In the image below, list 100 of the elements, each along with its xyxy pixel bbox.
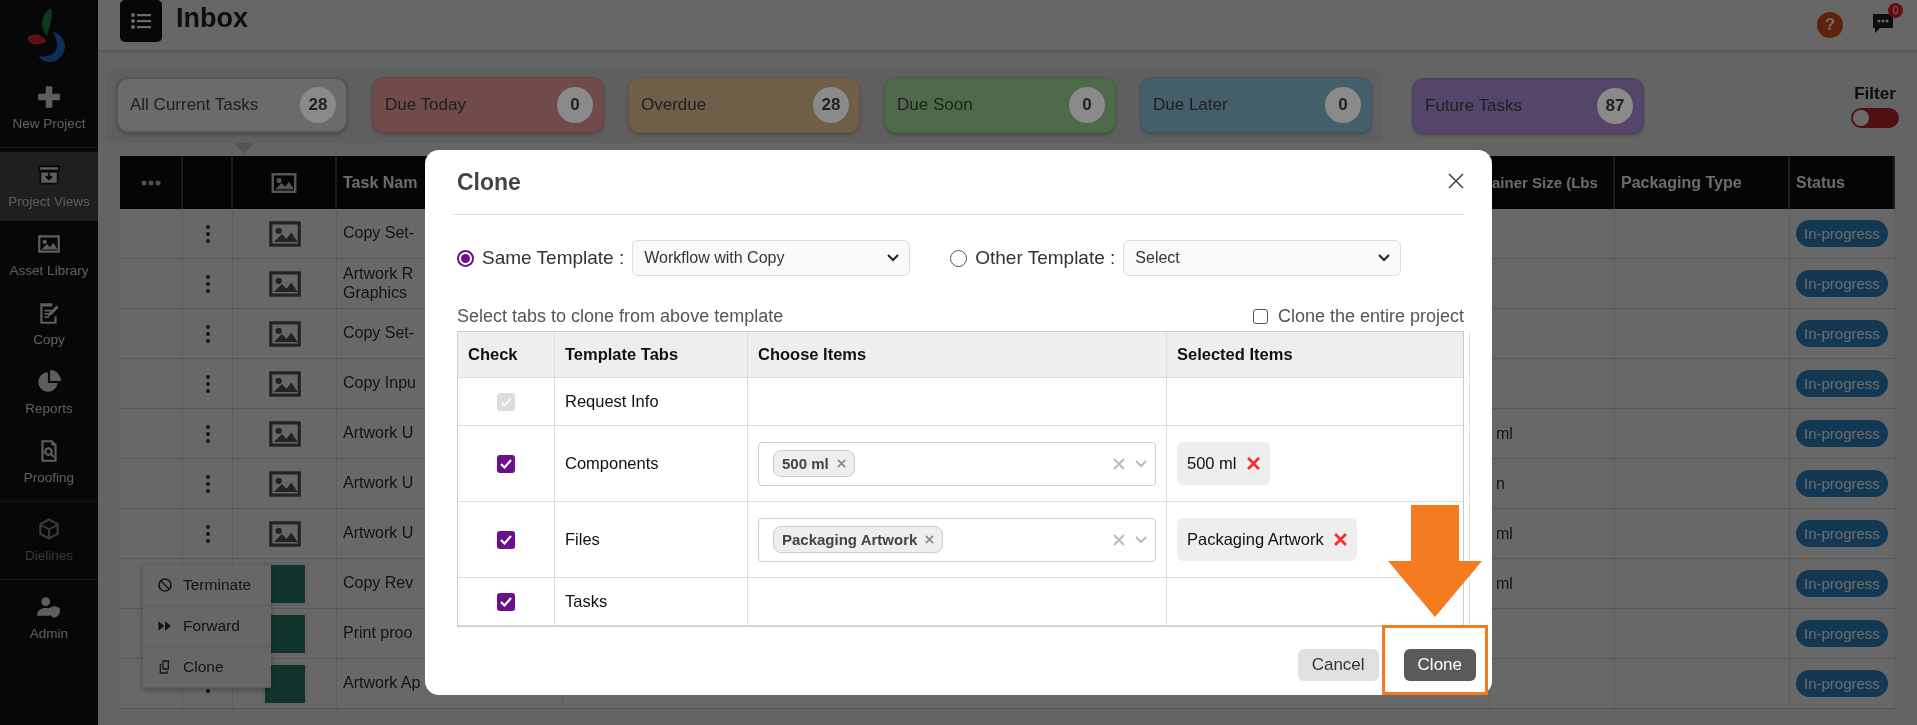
user-shield-icon bbox=[36, 594, 62, 620]
sidebar-item[interactable]: Asset Library bbox=[0, 221, 98, 290]
chat-icon[interactable] bbox=[1871, 12, 1895, 34]
table-cell: Request Info bbox=[565, 392, 659, 411]
clone-button[interactable]: Clone bbox=[1403, 649, 1476, 681]
item-tag: 500 ml bbox=[773, 450, 855, 477]
column-header: Check bbox=[468, 345, 518, 364]
kebab-menu-icon[interactable] bbox=[204, 473, 211, 494]
dialog-title: Clone bbox=[456, 168, 521, 196]
filter-toggle[interactable] bbox=[1851, 108, 1899, 128]
task-filter-card[interactable]: Due Today 0 bbox=[372, 77, 604, 133]
menu-item[interactable]: Terminate bbox=[143, 565, 271, 606]
card-label: Due Soon bbox=[897, 95, 973, 115]
kebab-menu-icon[interactable] bbox=[204, 423, 211, 444]
plus-icon bbox=[36, 84, 62, 110]
checkbox-label: Clone the entire project bbox=[1277, 306, 1464, 327]
template-select[interactable]: Workflow with Copy bbox=[632, 240, 911, 276]
multi-select-field[interactable]: Packaging Artwork bbox=[758, 517, 1156, 562]
kebab-menu-icon[interactable] bbox=[204, 223, 211, 244]
filter-label: Filter bbox=[1854, 84, 1896, 104]
chevron-down-icon bbox=[1135, 535, 1147, 544]
count-badge: 0 bbox=[1069, 87, 1105, 123]
sidebar-item[interactable]: Admin bbox=[0, 584, 98, 653]
remove-icon[interactable] bbox=[836, 459, 846, 468]
status-pill: In-progress bbox=[1796, 320, 1888, 347]
status-pill: In-progress bbox=[1796, 620, 1888, 647]
kebab-menu-icon[interactable] bbox=[204, 323, 211, 344]
task-filter-card[interactable]: All Current Tasks 28 bbox=[116, 77, 348, 133]
column-header[interactable]: Packaging Type bbox=[1621, 173, 1742, 192]
table-cell: ml bbox=[1496, 574, 1513, 593]
card-label: All Current Tasks bbox=[130, 95, 259, 115]
radio-label: Other Template : bbox=[975, 247, 1116, 269]
sidebar-item[interactable]: Copy bbox=[0, 290, 98, 359]
menu-item[interactable]: Clone bbox=[143, 647, 271, 688]
task-filter-card[interactable]: Due Later 0 bbox=[1140, 77, 1372, 133]
card-label: Overdue bbox=[641, 95, 707, 115]
task-filter-card[interactable]: Overdue 28 bbox=[628, 77, 860, 133]
status-pill: In-progress bbox=[1796, 520, 1888, 547]
fast-forward-icon bbox=[157, 618, 173, 634]
card-label: Future Tasks bbox=[1425, 96, 1522, 116]
remove-icon[interactable] bbox=[1333, 533, 1347, 546]
sidebar-item[interactable]: Reports bbox=[0, 359, 98, 428]
sidebar-item[interactable]: New Project bbox=[0, 74, 98, 143]
kebab-menu-icon[interactable] bbox=[204, 373, 211, 394]
count-badge: 0 bbox=[557, 87, 593, 123]
checkbox[interactable] bbox=[1252, 309, 1268, 324]
table-cell: Files bbox=[565, 530, 600, 549]
menu-button[interactable] bbox=[120, 0, 162, 42]
checkbox[interactable] bbox=[497, 530, 515, 549]
chevron-down-icon bbox=[1378, 254, 1391, 262]
status-pill: In-progress bbox=[1796, 470, 1888, 497]
ban-icon bbox=[157, 577, 173, 593]
notification-badge: 0 bbox=[1888, 3, 1903, 18]
table-cell: Artwork Ap bbox=[343, 674, 421, 693]
sidebar-item[interactable]: Proofing bbox=[0, 428, 98, 497]
checkbox[interactable] bbox=[497, 454, 515, 473]
clear-icon[interactable] bbox=[1113, 457, 1125, 470]
cancel-button[interactable]: Cancel bbox=[1297, 649, 1379, 681]
help-button[interactable]: ? bbox=[1817, 12, 1843, 38]
table-cell: Artwork U bbox=[343, 474, 414, 493]
close-icon bbox=[1448, 172, 1464, 189]
radio-button[interactable] bbox=[457, 249, 474, 267]
table-cell: Copy Inpu bbox=[343, 374, 416, 393]
table-cell: Copy Rev bbox=[343, 574, 414, 593]
remove-icon[interactable] bbox=[1246, 457, 1260, 470]
status-pill: In-progress bbox=[1796, 570, 1888, 597]
menu-item[interactable]: Forward bbox=[143, 606, 271, 647]
status-pill: In-progress bbox=[1796, 220, 1888, 247]
column-header[interactable]: Status bbox=[1796, 173, 1845, 192]
table-cell: Tasks bbox=[565, 592, 608, 611]
task-filter-card[interactable]: Due Soon 0 bbox=[884, 77, 1116, 133]
count-badge: 0 bbox=[1325, 87, 1361, 123]
instruction-text: Select tabs to clone from above template bbox=[457, 306, 784, 327]
column-header[interactable]: Task Nam bbox=[343, 173, 418, 192]
more-icon[interactable] bbox=[140, 179, 161, 186]
checkbox[interactable] bbox=[497, 592, 515, 611]
page-title: Inbox bbox=[176, 2, 248, 34]
radio-label: Same Template : bbox=[482, 247, 625, 269]
status-pill: In-progress bbox=[1796, 420, 1888, 447]
template-select[interactable]: Select bbox=[1123, 240, 1402, 276]
table-cell: Components bbox=[565, 454, 659, 473]
table-cell: Artwork R Graphics bbox=[343, 265, 414, 302]
kebab-menu-icon[interactable] bbox=[204, 523, 211, 544]
card-label: Due Today bbox=[385, 95, 466, 115]
table-cell: n bbox=[1496, 474, 1505, 493]
table-cell: Copy Set- bbox=[343, 224, 415, 243]
kebab-menu-icon[interactable] bbox=[204, 273, 211, 294]
count-badge: 28 bbox=[813, 87, 849, 123]
remove-icon[interactable] bbox=[925, 535, 935, 544]
down-arrow-icon bbox=[1388, 505, 1482, 617]
clear-icon[interactable] bbox=[1113, 533, 1125, 546]
column-header[interactable]: ainer Size (Lbs bbox=[1492, 174, 1598, 191]
selected-item-tag: 500 ml bbox=[1177, 442, 1270, 485]
item-tag: Packaging Artwork bbox=[773, 526, 944, 553]
multi-select-field[interactable]: 500 ml bbox=[758, 441, 1156, 486]
table-cell: ml bbox=[1496, 424, 1513, 443]
pie-chart-icon bbox=[36, 369, 62, 395]
task-filter-card[interactable]: Future Tasks 87 bbox=[1412, 78, 1644, 134]
table-cell: ml bbox=[1496, 524, 1513, 543]
count-badge: 87 bbox=[1597, 88, 1633, 124]
